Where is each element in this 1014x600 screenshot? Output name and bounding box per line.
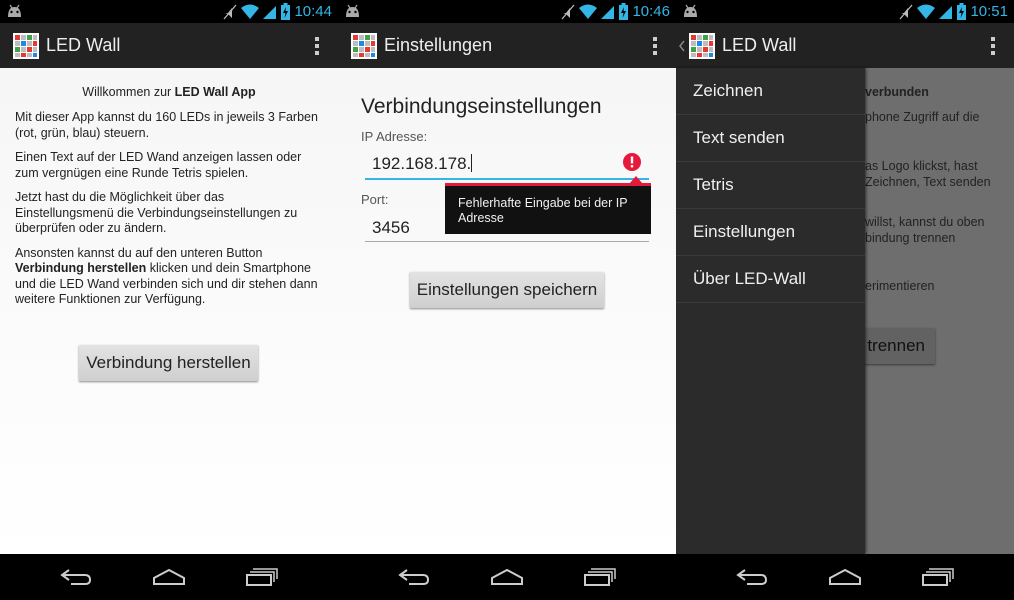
status-bar: 10:51 <box>676 0 1014 23</box>
welcome-content: Willkommen zur LED Wall App Mit dieser A… <box>0 68 338 554</box>
action-bar-title: Einstellungen <box>384 35 493 55</box>
error-tooltip-text: Fehlerhafte Eingabe bei der IP Adresse <box>458 196 628 225</box>
wifi-icon <box>579 4 598 19</box>
status-clock: 10:46 <box>632 3 670 20</box>
settings-content: Verbindungseinstellungen IP Adresse: 192… <box>338 68 676 554</box>
mute-icon <box>899 4 913 19</box>
action-bar-title: LED Wall <box>722 35 797 55</box>
text-cursor <box>471 154 473 172</box>
led-wall-logo-icon[interactable] <box>13 32 39 59</box>
action-bar: Einstellungen <box>338 23 676 68</box>
home-icon[interactable] <box>828 568 862 586</box>
ip-underline <box>365 178 649 180</box>
signal-icon <box>601 5 615 19</box>
port-underline <box>365 241 649 242</box>
drawer-item-ueber-led-wall[interactable]: Über LED-Wall <box>676 256 865 303</box>
back-icon[interactable] <box>397 568 431 586</box>
overflow-menu-icon[interactable] <box>990 37 996 55</box>
behind-text-4: Zeichnen, Text senden <box>865 175 991 189</box>
recent-apps-icon[interactable] <box>921 568 955 586</box>
recent-apps-icon[interactable] <box>245 568 279 586</box>
action-bar: LED Wall <box>0 23 338 68</box>
back-icon[interactable] <box>735 568 769 586</box>
battery-icon <box>957 3 967 20</box>
led-wall-logo-icon[interactable] <box>689 32 715 59</box>
dimmed-main-content[interactable]: verbunden phone Zugriff auf die as Logo … <box>855 68 1014 554</box>
drawer-item-tetris[interactable]: Tetris <box>676 162 865 209</box>
intro-p4-bold: Verbindung herstellen <box>15 261 147 275</box>
android-notification-icon <box>346 4 359 17</box>
ip-label: IP Adresse: <box>361 129 428 144</box>
intro-paragraph-1: Mit dieser App kannst du 160 LEDs in jew… <box>15 110 318 140</box>
error-tooltip: Fehlerhafte Eingabe bei der IP Adresse <box>445 176 651 234</box>
home-icon[interactable] <box>490 568 524 586</box>
intro-text: Mit dieser App kannst du 160 LEDs in jew… <box>15 110 324 317</box>
nav-bar <box>338 554 676 600</box>
signal-icon <box>939 5 953 19</box>
settings-heading: Verbindungseinstellungen <box>361 95 602 118</box>
action-bar: LED Wall <box>676 23 1014 68</box>
ip-input[interactable]: 192.168.178. <box>372 154 473 174</box>
port-input[interactable]: 3456 <box>372 218 410 238</box>
screen-drawer: 10:51 LED Wall verbunden phone Zugriff a… <box>676 0 1014 600</box>
save-settings-button[interactable]: Einstellungen speichern <box>410 272 604 308</box>
behind-text-7: erimentieren <box>865 279 935 293</box>
status-bar: 10:44 <box>0 0 338 23</box>
battery-icon <box>619 3 629 20</box>
wifi-icon <box>241 4 260 19</box>
intro-paragraph-3: Jetzt hast du die Möglichkeit über das E… <box>15 190 298 235</box>
welcome-app-name: LED Wall App <box>174 85 256 99</box>
back-icon[interactable] <box>59 568 93 586</box>
home-icon[interactable] <box>152 568 186 586</box>
android-notification-icon <box>8 4 21 17</box>
error-icon <box>623 153 641 171</box>
drawer-item-zeichnen[interactable]: Zeichnen <box>676 68 865 115</box>
port-label: Port: <box>361 192 389 207</box>
behind-text-5: willst, kannst du oben <box>865 215 985 229</box>
behind-disconnect-button: trennen <box>855 328 935 364</box>
screen-main: 10:44 LED Wall Willkommen zur LED Wall A… <box>0 0 338 600</box>
behind-text-3: as Logo klickst, hast <box>865 159 978 173</box>
action-bar-title: LED Wall <box>46 35 121 55</box>
mute-icon <box>561 4 575 19</box>
status-bar: 10:46 <box>338 0 676 23</box>
battery-icon <box>281 3 291 20</box>
behind-text-2: phone Zugriff auf die <box>865 110 980 124</box>
signal-icon <box>263 5 277 19</box>
status-clock: 10:44 <box>294 3 332 20</box>
recent-apps-icon[interactable] <box>583 568 617 586</box>
nav-bar <box>676 554 1014 600</box>
drawer-item-text-senden[interactable]: Text senden <box>676 115 865 162</box>
drawer-item-einstellungen[interactable]: Einstellungen <box>676 209 865 256</box>
tooltip-arrow <box>629 176 643 184</box>
welcome-prefix: Willkommen zur <box>82 85 175 99</box>
overflow-menu-icon[interactable] <box>652 37 658 55</box>
intro-p4-prefix: Ansonsten kannst du auf den unteren Butt… <box>15 245 263 260</box>
behind-text-6: bindung trennen <box>865 231 956 245</box>
status-clock: 10:51 <box>970 3 1008 20</box>
behind-text-1: verbunden <box>865 85 929 99</box>
welcome-line: Willkommen zur LED Wall App <box>0 85 338 99</box>
intro-paragraph-4: Ansonsten kannst du auf den unteren Butt… <box>15 246 324 308</box>
drawer-indicator-icon[interactable] <box>679 40 685 52</box>
screen-settings: 10:46 Einstellungen Verbindungseinstellu… <box>338 0 676 600</box>
android-notification-icon <box>684 4 697 17</box>
connect-button[interactable]: Verbindung herstellen <box>79 345 258 381</box>
ip-input-value: 192.168.178. <box>372 154 472 173</box>
nav-bar <box>0 554 338 600</box>
navigation-drawer: Zeichnen Text senden Tetris Einstellunge… <box>676 68 865 554</box>
overflow-menu-icon[interactable] <box>314 37 320 55</box>
mute-icon <box>223 4 237 19</box>
led-wall-logo-icon[interactable] <box>351 32 377 59</box>
wifi-icon <box>917 4 936 19</box>
intro-paragraph-2: Einen Text auf der LED Wand anzeigen las… <box>15 150 302 180</box>
